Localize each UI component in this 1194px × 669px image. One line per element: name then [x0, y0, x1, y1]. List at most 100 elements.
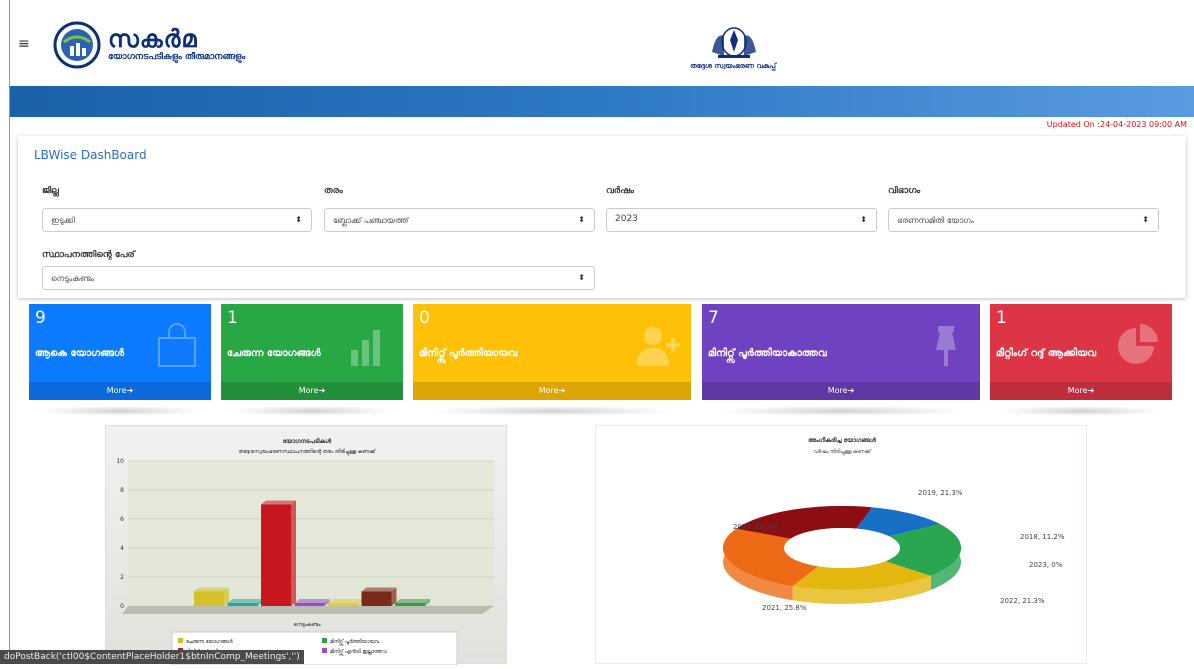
y-tick-label: 4 — [120, 545, 124, 552]
app-title: സകർമ — [108, 24, 198, 53]
more-label: More — [539, 386, 559, 395]
institution-label: സ്ഥാപനത്തിന്റെ പേര് — [42, 250, 135, 260]
years-donut-chart: അംഗീകരിച്ച യോഗങ്ങൾ വർഷം തിരിച്ചുള്ള കണക്… — [595, 425, 1087, 664]
donut-chart-subtitle: വർഷം തിരിച്ചുള്ള കണക്ക് — [813, 448, 872, 456]
year-select[interactable]: 2023 ⬍ — [606, 208, 877, 232]
card-total-meetings: 9 ആകെ യോഗങ്ങൾ More➜ — [29, 304, 211, 400]
chart-floor — [122, 606, 494, 614]
type-select[interactable]: ബ്ലോക്ക് പഞ്ചായത്ത് ⬍ — [324, 208, 595, 232]
donut-chart-title: അംഗീകരിച്ച യോഗങ്ങൾ — [808, 437, 877, 444]
card-shadow — [716, 406, 966, 416]
legend-swatch — [322, 648, 327, 653]
more-label: More — [107, 386, 127, 395]
plot-area — [128, 461, 494, 606]
card-number: 1 — [996, 308, 1007, 328]
slice-label: 2020, 20.2% — [733, 523, 778, 531]
card-more-link[interactable]: More➜ — [413, 382, 691, 400]
app-subtitle: യോഗനടപടികളും തീരുമാനങ്ങളും — [108, 52, 245, 62]
y-tick-label: 6 — [120, 516, 124, 523]
y-tick-label: 0 — [120, 603, 124, 610]
category-value: ഭരണസമിതി യോഗം — [897, 216, 974, 225]
card-shadow — [1000, 406, 1162, 416]
bar-top — [362, 588, 397, 592]
bar-chart-subtitle: തദ്ദേശസ്വയംഭരണസ്ഥാപനത്തിന്റെ തരം തിരിച്ച… — [238, 448, 377, 456]
card-label: മിനിറ്റ്സ് പൂർത്തിയായവ — [419, 348, 517, 359]
category-label: വിഭാഗം — [888, 186, 920, 196]
bar-top — [228, 599, 263, 603]
department-name: തദ്ദേശ സ്വയംഭരണ വകുപ്പ് — [648, 62, 818, 71]
card-number: 1 — [227, 308, 238, 328]
updated-timestamp: Updated On :24-04-2023 09:00 AM — [1047, 120, 1187, 129]
more-label: More — [299, 386, 319, 395]
arrow-circle-right-icon: ➜ — [319, 386, 326, 395]
district-select[interactable]: ഇടുക്കി ⬍ — [42, 208, 312, 232]
card-more-link[interactable]: More➜ — [702, 382, 980, 400]
y-tick-label: 8 — [120, 487, 124, 494]
bar-top — [194, 588, 229, 592]
nav-band — [10, 86, 1194, 117]
legend-swatch — [178, 638, 183, 643]
bar — [395, 603, 425, 606]
card-shadow — [40, 406, 200, 416]
donut-chart-svg: അംഗീകരിച്ച യോഗങ്ങൾ വർഷം തിരിച്ചുള്ള കണക്… — [596, 426, 1088, 665]
card-label: ആകെ യോഗങ്ങൾ — [35, 348, 124, 359]
legend-label: ചേരുന്ന യോഗങ്ങൾ — [186, 639, 234, 645]
browser-status-bar: doPostBack('ctl00$ContentPlaceHolder1$bt… — [0, 650, 304, 664]
arrow-circle-right-icon: ➜ — [848, 386, 855, 395]
meetings-bar-chart: യോഗനടപടികൾ തദ്ദേശസ്വയംഭരണസ്ഥാപനത്തിന്റെ … — [105, 425, 507, 664]
slice-label: 2023, 0% — [1029, 561, 1063, 569]
bar-top — [328, 599, 363, 603]
institution-value: നെടുംകണ്ടം — [51, 274, 94, 283]
kerala-emblem-icon — [708, 22, 760, 60]
district-value: ഇടുക്കി — [51, 216, 75, 225]
select-arrow-icon: ⬍ — [860, 215, 867, 224]
bar-side — [291, 501, 296, 607]
bar-chart-title: യോഗനടപടികൾ — [283, 438, 332, 445]
more-label: More — [828, 386, 848, 395]
bag-icon — [153, 322, 201, 370]
user-plus-icon — [633, 322, 681, 370]
card-minutes-completed: 0 മിനിറ്റ്സ് പൂർത്തിയായവ More➜ — [413, 304, 691, 400]
card-meetings-cancelled: 1 മീറ്റിംഗ് റദ്ദ് ആക്കിയവ More➜ — [990, 304, 1172, 400]
slice-label: 2019, 21.3% — [918, 489, 963, 497]
bar-chart-grid: 0 2 4 6 8 10 — [116, 458, 494, 614]
slice-label: 2018, 11.2% — [1020, 533, 1065, 541]
card-label: മിനിറ്റ്സ് പൂർത്തിയാകാത്തവ — [708, 348, 827, 359]
more-label: More — [1068, 386, 1088, 395]
select-arrow-icon: ⬍ — [295, 215, 302, 224]
card-label: മീറ്റിംഗ് റദ്ദ് ആക്കിയവ — [996, 348, 1096, 359]
pin-icon — [922, 322, 970, 370]
bar — [261, 505, 291, 607]
slice-label: 2022, 21.3% — [1000, 597, 1045, 605]
donut-hole — [784, 528, 900, 568]
bar-top — [261, 501, 296, 505]
bar-top — [395, 599, 430, 603]
menu-icon[interactable]: ≡ — [18, 36, 30, 52]
y-tick-label: 2 — [120, 574, 124, 581]
card-number: 0 — [419, 308, 430, 328]
bar — [328, 603, 358, 606]
panel-title: LBWise DashBoard — [34, 148, 147, 162]
select-arrow-icon: ⬍ — [578, 273, 585, 282]
year-value: 2023 — [615, 214, 638, 224]
institution-select[interactable]: നെടുംകണ്ടം ⬍ — [42, 266, 595, 290]
bar — [362, 592, 392, 607]
bar — [295, 603, 325, 606]
select-arrow-icon: ⬍ — [1142, 215, 1149, 224]
donut-chart-slices — [723, 506, 961, 604]
sakarma-logo-icon — [52, 20, 102, 70]
card-more-link[interactable]: More➜ — [221, 382, 403, 400]
bar — [228, 603, 258, 606]
category-select[interactable]: ഭരണസമിതി യോഗം ⬍ — [888, 208, 1159, 232]
card-more-link[interactable]: More➜ — [29, 382, 211, 400]
card-number: 9 — [35, 308, 46, 328]
card-minutes-pending: 7 മിനിറ്റ്സ് പൂർത്തിയാകാത്തവ More➜ — [702, 304, 980, 400]
year-label: വർഷം — [606, 186, 634, 196]
type-value: ബ്ലോക്ക് പഞ്ചായത്ത് — [333, 216, 408, 225]
select-arrow-icon: ⬍ — [578, 215, 585, 224]
arrow-circle-right-icon: ➜ — [1088, 386, 1095, 395]
bar-top — [295, 599, 330, 603]
slice-label: 2021, 25.8% — [762, 604, 807, 612]
card-more-link[interactable]: More➜ — [990, 382, 1172, 400]
y-tick-label: 10 — [116, 458, 124, 465]
